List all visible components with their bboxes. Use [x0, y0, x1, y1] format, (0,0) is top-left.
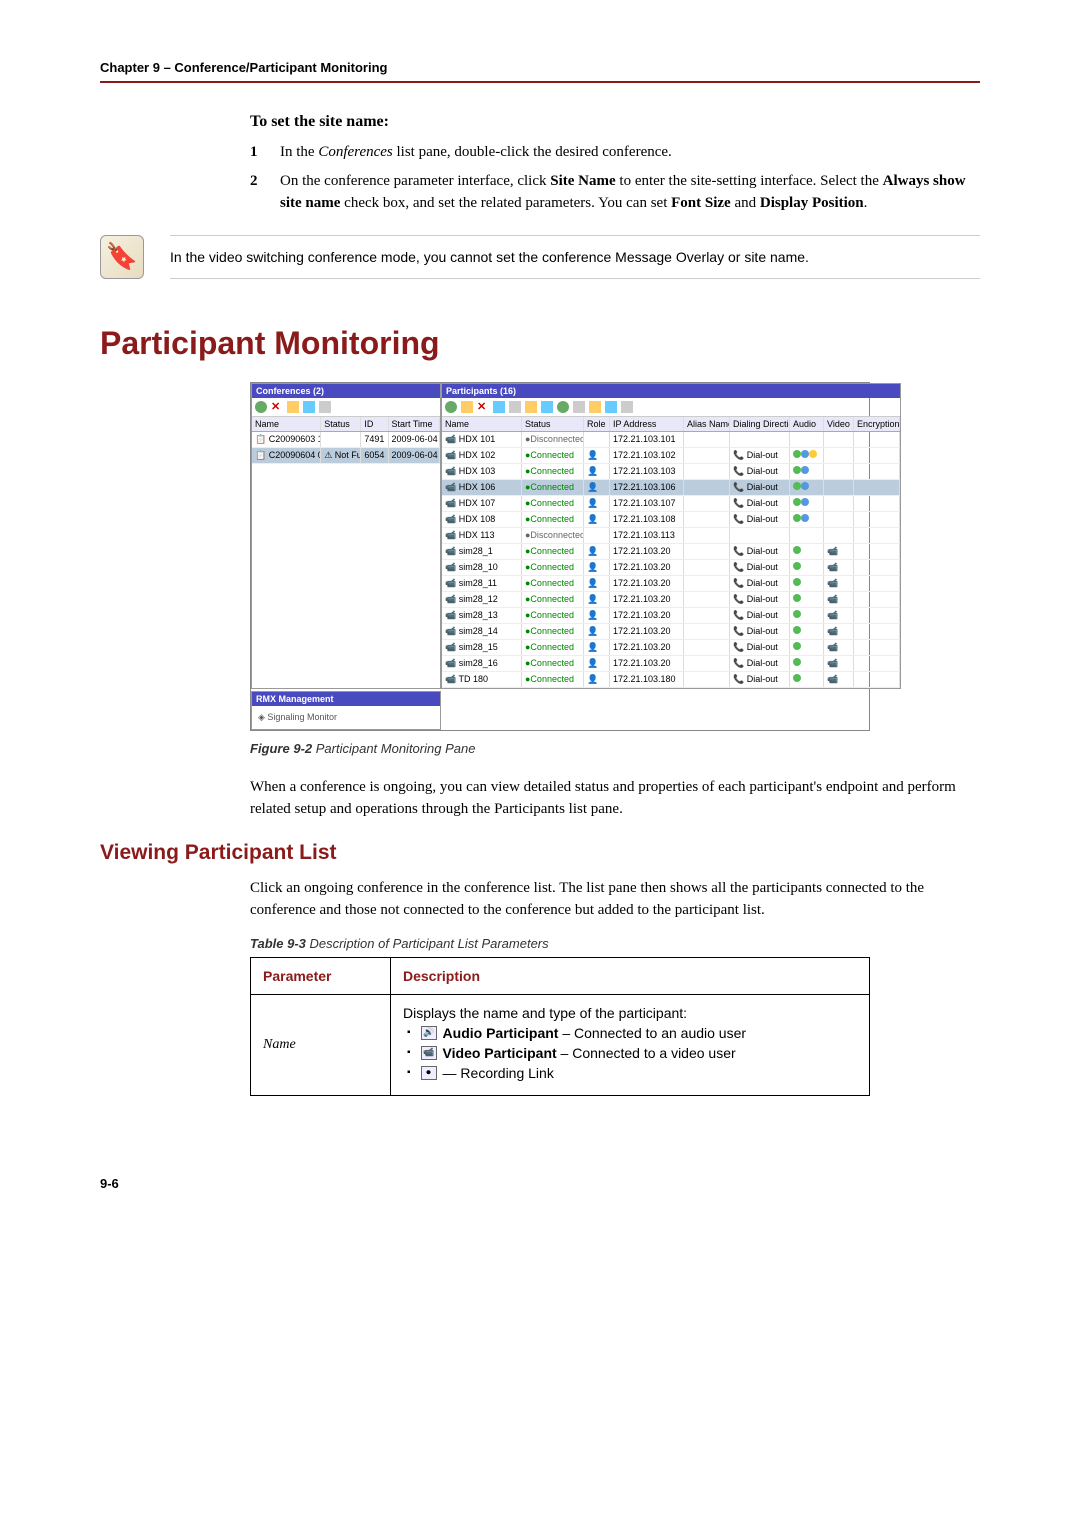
participant-row[interactable]: 📹 HDX 107●Connected👤172.21.103.107📞 Dial…: [442, 496, 900, 512]
header-rule: [100, 81, 980, 83]
step-text: On the conference parameter interface, c…: [280, 170, 980, 215]
delete-icon[interactable]: ✕: [271, 401, 283, 413]
tool-icon[interactable]: [589, 401, 601, 413]
participant-row[interactable]: 📹 sim28_15●Connected👤172.21.103.20📞 Dial…: [442, 640, 900, 656]
conferences-pane-title: Conferences (2): [252, 384, 440, 398]
tool-icon[interactable]: [303, 401, 315, 413]
parameter-table: Parameter Description Name Displays the …: [250, 957, 870, 1096]
participant-row[interactable]: 📹 HDX 103●Connected👤172.21.103.103📞 Dial…: [442, 464, 900, 480]
video-participant-icon: 📹: [421, 1046, 437, 1060]
chapter-header: Chapter 9 – Conference/Participant Monit…: [100, 60, 980, 75]
conference-row[interactable]: 📋 C20090603 174912009-06-04 1: [252, 432, 440, 448]
participant-row[interactable]: 📹 sim28_10●Connected👤172.21.103.20📞 Dial…: [442, 560, 900, 576]
tool-icon[interactable]: [287, 401, 299, 413]
rmx-pane: RMX Management ◈ Signaling Monitor: [251, 691, 441, 730]
tool-icon[interactable]: [605, 401, 617, 413]
step-number: 2: [250, 170, 280, 215]
tool-icon[interactable]: [573, 401, 585, 413]
step-number: 1: [250, 141, 280, 164]
tool-icon[interactable]: [319, 401, 331, 413]
tool-icon[interactable]: [525, 401, 537, 413]
add-icon[interactable]: [445, 401, 457, 413]
participant-row[interactable]: 📹 sim28_12●Connected👤172.21.103.20📞 Dial…: [442, 592, 900, 608]
tool-icon[interactable]: [557, 401, 569, 413]
th-description: Description: [391, 957, 870, 994]
conference-row[interactable]: 📋 C20090604 0⚠ Not Full60542009-06-04 1: [252, 448, 440, 464]
steps-list: 1 In the Conferences list pane, double-c…: [250, 141, 980, 215]
tool-icon[interactable]: [493, 401, 505, 413]
participant-row[interactable]: 📹 HDX 102●Connected👤172.21.103.102📞 Dial…: [442, 448, 900, 464]
participant-row[interactable]: 📹 sim28_13●Connected👤172.21.103.20📞 Dial…: [442, 608, 900, 624]
participant-row[interactable]: 📹 HDX 113●Disconnected172.21.103.113: [442, 528, 900, 544]
participant-monitoring-heading: Participant Monitoring: [100, 325, 980, 362]
set-site-heading: To set the site name:: [250, 113, 980, 131]
rmx-item[interactable]: ◈ Signaling Monitor: [258, 712, 434, 723]
tool-icon[interactable]: [461, 401, 473, 413]
participants-pane-title: Participants (16): [442, 384, 900, 398]
figure-screenshot: Conferences (2) ✕ Name Status ID Start T…: [250, 382, 980, 731]
viewing-list-text: Click an ongoing conference in the confe…: [250, 877, 980, 922]
tool-icon[interactable]: [621, 401, 633, 413]
page-number: 9-6: [100, 1176, 980, 1191]
step-text: In the Conferences list pane, double-cli…: [280, 141, 980, 164]
param-desc-cell: Displays the name and type of the partic…: [391, 994, 870, 1095]
note-block: 🔖 In the video switching conference mode…: [100, 235, 980, 285]
conferences-toolbar: ✕: [252, 398, 440, 417]
participant-row[interactable]: 📹 HDX 106●Connected👤172.21.103.106📞 Dial…: [442, 480, 900, 496]
note-text: In the video switching conference mode, …: [170, 235, 980, 279]
param-name-cell: Name: [251, 994, 391, 1095]
participant-row[interactable]: 📹 sim28_16●Connected👤172.21.103.20📞 Dial…: [442, 656, 900, 672]
delete-icon[interactable]: ✕: [477, 401, 489, 413]
participant-row[interactable]: 📹 HDX 108●Connected👤172.21.103.108📞 Dial…: [442, 512, 900, 528]
rmx-title: RMX Management: [252, 692, 440, 706]
note-icon: 🔖: [100, 235, 150, 285]
participants-header-row: Name Status Role IP Address Alias Name D…: [442, 417, 900, 432]
participant-row[interactable]: 📹 sim28_14●Connected👤172.21.103.20📞 Dial…: [442, 624, 900, 640]
figure-caption: Figure 9-2 Participant Monitoring Pane: [250, 741, 980, 756]
conference-header-row: Name Status ID Start Time: [252, 417, 440, 432]
participant-row[interactable]: 📹 sim28_11●Connected👤172.21.103.20📞 Dial…: [442, 576, 900, 592]
th-parameter: Parameter: [251, 957, 391, 994]
participants-pane: Participants (16) ✕ Name: [441, 383, 901, 689]
participant-row[interactable]: 📹 HDX 101●Disconnected172.21.103.101: [442, 432, 900, 448]
after-figure-text: When a conference is ongoing, you can vi…: [250, 776, 980, 821]
participants-toolbar: ✕: [442, 398, 900, 417]
viewing-list-heading: Viewing Participant List: [100, 841, 980, 865]
tool-icon[interactable]: [509, 401, 521, 413]
tool-icon[interactable]: [541, 401, 553, 413]
conferences-pane: Conferences (2) ✕ Name Status ID Start T…: [251, 383, 441, 689]
table-caption: Table 9-3 Description of Participant Lis…: [250, 936, 980, 951]
participant-row[interactable]: 📹 TD 180●Connected👤172.21.103.180📞 Dial-…: [442, 672, 900, 688]
refresh-icon[interactable]: [255, 401, 267, 413]
audio-participant-icon: 🔊: [421, 1026, 437, 1040]
recording-link-icon: ⏺: [421, 1066, 437, 1080]
participant-row[interactable]: 📹 sim28_1●Connected👤172.21.103.20📞 Dial-…: [442, 544, 900, 560]
